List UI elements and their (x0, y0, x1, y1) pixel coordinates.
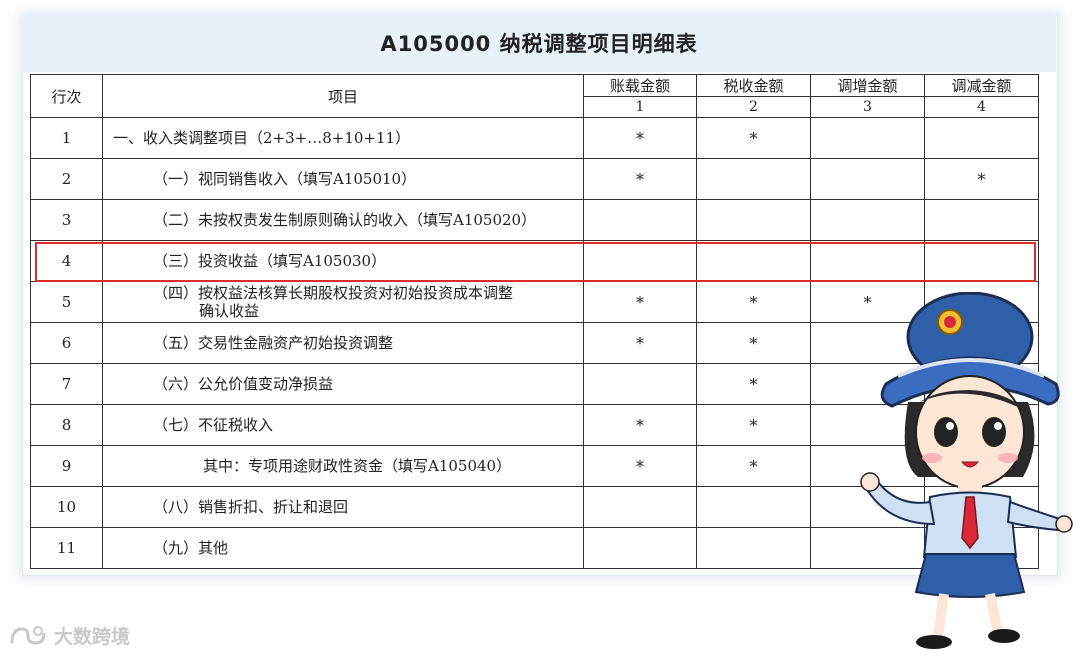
cell-tax-amount: * (696, 281, 811, 323)
header-row: 行次 项目 账载金额 税收金额 调增金额 调减金额 (30, 74, 1039, 118)
header-col-number: 3 (810, 96, 925, 118)
row-item: （一）视同销售收入（填写A105010） (102, 158, 584, 200)
row-number: 9 (30, 445, 103, 487)
cell-book-amount: * (583, 281, 697, 323)
cell-book-amount (583, 199, 697, 241)
cell-tax-amount: * (696, 117, 811, 159)
header-col-number: 1 (583, 96, 697, 118)
tax-officer-mascot (860, 292, 1073, 649)
cell-book-amount: * (583, 445, 697, 487)
row-item: （九）其他 (102, 527, 584, 569)
table-row: 2 （一）视同销售收入（填写A105010） * * (30, 158, 1039, 200)
cell-decrease-amount: * (924, 158, 1039, 200)
cell-tax-amount: * (696, 445, 811, 487)
table-row-highlighted: 4 （三）投资收益（填写A105030） (30, 240, 1039, 282)
header-increase-amount: 调增金额 (810, 74, 925, 97)
row-item: 其中：专项用途财政性资金（填写A105040） (102, 445, 584, 487)
cell-tax-amount (696, 486, 811, 528)
cell-decrease-amount (924, 199, 1039, 241)
header-col-number: 2 (696, 96, 811, 118)
row-number: 2 (30, 158, 103, 200)
cell-book-amount (583, 486, 697, 528)
cell-decrease-amount (924, 117, 1039, 159)
row-number: 6 (30, 322, 103, 364)
row-item-line1: （四）按权益法核算长期股权投资对初始投资成本调整 (153, 284, 514, 302)
cell-book-amount (583, 363, 697, 405)
table-row: 1 一、收入类调整项目（2+3+…8+10+11） * * (30, 117, 1039, 159)
header-tax-amount: 税收金额 (696, 74, 811, 97)
header-decrease-amount: 调减金额 (924, 74, 1039, 97)
cell-increase-amount (810, 158, 925, 200)
header-item: 项目 (102, 74, 584, 118)
cell-book-amount: * (583, 158, 697, 200)
row-item: （八）销售折扣、折让和退回 (102, 486, 584, 528)
tax-emblem-icon (937, 309, 963, 335)
watermark: 大数跨境 (8, 622, 130, 649)
row-item-line2: 确认收益 (199, 302, 260, 320)
row-number: 11 (30, 527, 103, 569)
row-item: 一、收入类调整项目（2+3+…8+10+11） (102, 117, 584, 159)
cell-tax-amount (696, 527, 811, 569)
cell-book-amount: * (583, 404, 697, 446)
cell-increase-amount (810, 117, 925, 159)
row-item: （三）投资收益（填写A105030） (102, 240, 584, 282)
cell-tax-amount: * (696, 322, 811, 364)
row-item: （五）交易性金融资产初始投资调整 (102, 322, 584, 364)
row-item: （二）未按权责发生制原则确认的收入（填写A105020） (102, 199, 584, 241)
header-row-no: 行次 (30, 74, 103, 118)
cell-tax-amount: * (696, 363, 811, 405)
cell-increase-amount (810, 240, 925, 282)
table-row: 3 （二）未按权责发生制原则确认的收入（填写A105020） (30, 199, 1039, 241)
row-number: 5 (30, 281, 103, 323)
cell-book-amount: * (583, 322, 697, 364)
cell-tax-amount (696, 240, 811, 282)
cell-tax-amount (696, 158, 811, 200)
cell-tax-amount: * (696, 404, 811, 446)
row-number: 7 (30, 363, 103, 405)
row-number: 3 (30, 199, 103, 241)
cell-increase-amount (810, 199, 925, 241)
header-book-amount: 账载金额 (583, 74, 697, 97)
cell-tax-amount (696, 199, 811, 241)
watermark-text: 大数跨境 (54, 626, 131, 648)
row-number: 1 (30, 117, 103, 159)
cell-decrease-amount (924, 240, 1039, 282)
header-col-number: 4 (924, 96, 1039, 118)
dashujk-logo-icon (10, 625, 46, 645)
form-title: A105000 纳税调整项目明细表 (22, 14, 1056, 72)
row-number: 4 (30, 240, 103, 282)
row-number: 10 (30, 486, 103, 528)
row-item: （七）不征税收入 (102, 404, 584, 446)
cell-book-amount (583, 240, 697, 282)
row-item: （六）公允价值变动净损益 (102, 363, 584, 405)
cell-book-amount (583, 527, 697, 569)
row-item: （四）按权益法核算长期股权投资对初始投资成本调整 确认收益 (102, 281, 584, 323)
row-number: 8 (30, 404, 103, 446)
cell-book-amount: * (583, 117, 697, 159)
